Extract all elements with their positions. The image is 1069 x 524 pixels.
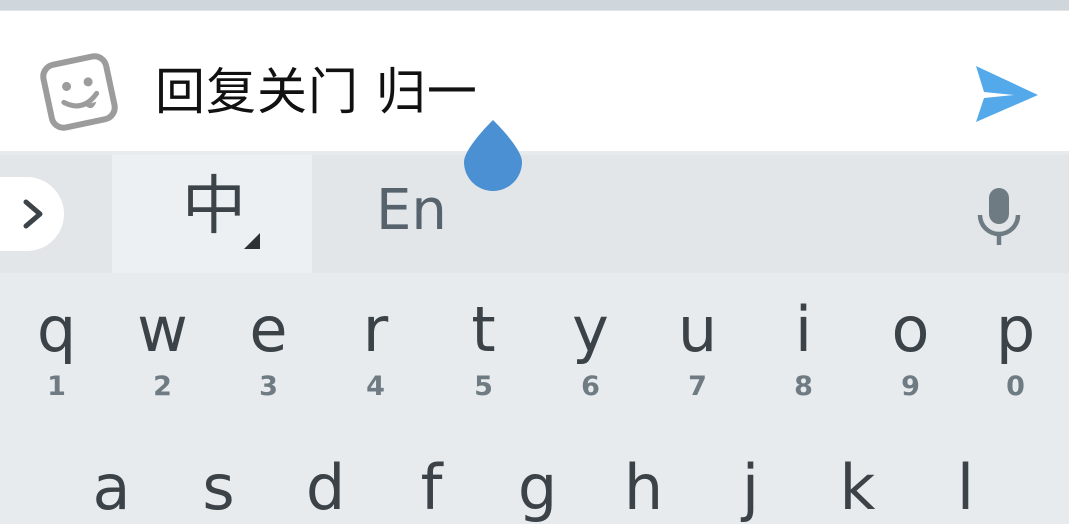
key-letter: k [839, 451, 876, 524]
microphone-icon [977, 188, 1021, 245]
english-mode-button[interactable]: En [376, 183, 447, 239]
key-letter: s [202, 451, 235, 524]
text-cursor-handle-icon [464, 120, 522, 191]
key-letter: e [249, 293, 288, 366]
key-r[interactable]: r 4 [322, 273, 429, 423]
sticker-face-icon [40, 53, 118, 131]
key-hint: 0 [1006, 371, 1025, 402]
key-o[interactable]: o 9 [857, 273, 964, 423]
key-letter: l [956, 451, 975, 524]
key-letter: p [995, 293, 1036, 366]
key-letter: y [572, 293, 609, 366]
key-i[interactable]: i 8 [750, 273, 857, 423]
toolbar-expand-button[interactable] [0, 177, 64, 251]
text-cursor-handle[interactable] [462, 118, 524, 192]
key-letter: g [517, 451, 558, 524]
key-letter: j [741, 451, 760, 524]
mode-dropdown-indicator [244, 233, 260, 249]
key-hint: 2 [153, 371, 172, 402]
chinese-mode-button[interactable]: 中 [112, 155, 312, 273]
key-letter: w [137, 293, 188, 366]
key-g[interactable]: g [484, 443, 591, 519]
key-hint: 7 [688, 371, 707, 402]
key-letter: i [794, 293, 813, 366]
key-hint: 4 [366, 371, 385, 402]
send-button[interactable] [970, 58, 1042, 130]
emoji-button[interactable] [38, 51, 120, 133]
ime-toolbar: 中 En [0, 155, 1069, 273]
key-hint: 5 [474, 371, 493, 402]
key-letter: t [471, 293, 496, 366]
key-letter: a [92, 451, 131, 524]
key-p[interactable]: p 0 [962, 273, 1069, 423]
key-letter: r [362, 293, 389, 366]
key-hint: 9 [901, 371, 920, 402]
key-d[interactable]: d [272, 443, 379, 519]
key-t[interactable]: t 5 [430, 273, 537, 423]
key-letter: d [305, 451, 346, 524]
key-s[interactable]: s [165, 443, 272, 519]
key-hint: 8 [794, 371, 813, 402]
key-j[interactable]: j [697, 443, 804, 519]
key-letter: f [420, 451, 443, 524]
chevron-right-icon [23, 199, 43, 229]
chat-background [0, 0, 1069, 10]
chinese-mode-label: 中 [182, 170, 246, 244]
key-w[interactable]: w 2 [109, 273, 216, 423]
key-e[interactable]: e 3 [215, 273, 322, 423]
key-u[interactable]: u 7 [644, 273, 751, 423]
send-paper-plane-icon [976, 66, 1038, 122]
key-hint: 6 [581, 371, 600, 402]
key-k[interactable]: k [804, 443, 911, 519]
key-y[interactable]: y 6 [537, 273, 644, 423]
key-letter: u [677, 293, 718, 366]
key-letter: o [891, 293, 930, 366]
key-f[interactable]: f [378, 443, 485, 519]
message-input[interactable] [155, 53, 935, 123]
keyboard: q 1 w 2 e 3 r 4 t 5 y 6 u 7 i 8 o 9 p 0 … [0, 273, 1069, 519]
key-l[interactable]: l [912, 443, 1019, 519]
key-h[interactable]: h [590, 443, 697, 519]
voice-input-button[interactable] [972, 185, 1026, 249]
key-hint: 1 [47, 371, 66, 402]
key-hint: 3 [259, 371, 278, 402]
key-letter: h [623, 451, 664, 524]
key-q[interactable]: q 1 [3, 273, 110, 423]
key-letter: q [36, 293, 77, 366]
message-composer [0, 10, 1069, 151]
key-a[interactable]: a [58, 443, 165, 519]
